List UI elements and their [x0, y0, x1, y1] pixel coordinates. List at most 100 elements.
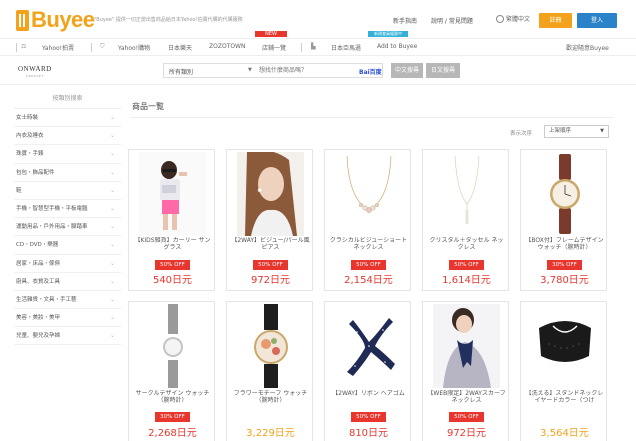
chevron-down-icon[interactable]: ▼	[248, 67, 252, 73]
nav-item-zozotown[interactable]: ZOZOTOWN	[209, 43, 245, 50]
category-label: 內衣及睡衣	[16, 133, 44, 140]
category-item[interactable]: 珠寶・手錶 ⌄	[14, 145, 121, 164]
product-card[interactable]: クラシカルビジューショート ネックレス 50% OFF 2,154日元	[324, 149, 411, 291]
signup-button[interactable]: 註冊	[539, 13, 572, 28]
product-image-kids-sunglasses[interactable]	[139, 152, 206, 236]
sort-label: 表示次序	[510, 131, 533, 137]
chevron-down-icon: ⌄	[109, 332, 115, 340]
product-image-circle-watch[interactable]	[139, 304, 206, 388]
product-name[interactable]: 【洗える】スタンドネックレイヤードカラー（つけ	[525, 390, 604, 406]
product-name[interactable]: 【KIDS雑貨】カーリー サングラス	[133, 237, 212, 253]
chevron-down-icon: ⌄	[109, 204, 115, 212]
store-logo[interactable]: ONWARD	[18, 65, 52, 73]
product-price: 2,154日元	[344, 275, 393, 286]
discount-badge: 30% OFF	[155, 412, 190, 422]
discount-badge: 50% OFF	[155, 260, 190, 270]
chevron-down-icon: ⌄	[109, 150, 115, 158]
product-name[interactable]: 【2WAY】リボン ヘアゴム	[329, 390, 408, 406]
category-item[interactable]: 生活雜貨・文具・手工藝 ⌄	[14, 291, 121, 310]
product-name[interactable]: 【WEB限定】2WAYスカーフ ネックレス	[427, 390, 506, 406]
nav-item-store-list[interactable]: 店鋪一覽	[262, 43, 286, 52]
chevron-down-icon: ⌄	[109, 223, 115, 231]
nav-divider	[301, 43, 302, 52]
top-header: Buyee "Buyee" 提供一切正當出售商品給日本Yahoo!拍賣代購的代購…	[0, 0, 636, 37]
product-image-bijou-necklace[interactable]	[335, 152, 402, 236]
buyee-logo[interactable]: Buyee	[16, 7, 95, 33]
category-item[interactable]: CD・DVD・樂器 ⌄	[14, 236, 121, 255]
product-price: 3,564日元	[540, 428, 589, 439]
category-item[interactable]: 兒童、嬰兒及孕婦 ⌄	[14, 327, 121, 346]
category-item[interactable]: 美容・美妝・美甲 ⌄	[14, 309, 121, 328]
category-item[interactable]: 女士時裝 ⌄	[14, 109, 121, 128]
search-chinese-button[interactable]: 中文搜尋	[391, 63, 423, 78]
category-item[interactable]: 手機・智慧型手機・平板電腦 ⌄	[14, 200, 121, 219]
category-label: 珠寶・手錶	[16, 151, 44, 158]
category-label: 廚具、衣質及工具	[16, 278, 61, 285]
product-image-tassel-necklace[interactable]	[433, 152, 500, 236]
category-item[interactable]: 運動用品・戶外用品・腳踏車 ⌄	[14, 218, 121, 237]
product-card[interactable]: フラワーモチーフ ウォッチ（腕時計） 3,229日元	[226, 301, 313, 441]
product-card[interactable]: 【WEB限定】2WAYスカーフ ネックレス 50% OFF 972日元	[422, 301, 509, 441]
product-name[interactable]: 【BOX付】フレームデザイン ウォッチ（腕時計）	[525, 237, 604, 253]
product-name[interactable]: サークルデザイン ウォッチ（腕時計）	[133, 390, 212, 406]
product-price: 972日元	[250, 275, 291, 286]
help-link[interactable]: 說明 / 常見問題	[431, 16, 473, 25]
category-item[interactable]: 鞋 ⌄	[14, 182, 121, 200]
product-name[interactable]: フラワーモチーフ ウォッチ（腕時計）	[231, 390, 310, 406]
store-logo-sub: CROSSET	[26, 74, 44, 78]
chevron-down-icon: ⌄	[109, 277, 115, 285]
nav-item-amazon[interactable]: 日本亞馬遜	[331, 43, 361, 52]
discount-badge: 50% OFF	[351, 412, 386, 422]
sort-select[interactable]: 上架順序 ▼	[544, 125, 609, 138]
site-tagline: "Buyee" 提供一切正當出售商品給日本Yahoo!拍賣代購的代購服務	[94, 17, 243, 23]
chevron-down-icon: ⌄	[109, 259, 115, 267]
product-image-layered-collar[interactable]	[531, 304, 598, 388]
product-card[interactable]: 【洗える】スタンドネックレイヤードカラー（つけ 3,564日元	[520, 301, 607, 441]
newbie-guide-link[interactable]: 新手指南	[393, 16, 417, 25]
category-label: 兒童、嬰兒及孕婦	[16, 333, 61, 340]
product-card[interactable]: 【2WAY】リボン ヘアゴム 50% OFF 810日元	[324, 301, 411, 441]
title-divider	[130, 117, 614, 118]
signup-label: 註冊	[549, 17, 562, 24]
product-image-scarf-necklace[interactable]	[433, 304, 500, 388]
product-card[interactable]: 【2WAY】ビジュー/パール風 ピアス 50% OFF 972日元	[226, 149, 313, 291]
category-label: 女士時裝	[16, 115, 39, 121]
product-price: 1,614日元	[442, 275, 491, 286]
product-card[interactable]: サークルデザイン ウォッチ（腕時計） 30% OFF 2,268日元	[128, 301, 215, 441]
category-label: 鞋	[16, 187, 22, 194]
category-item[interactable]: 包包・飾品配件 ⌄	[14, 164, 121, 182]
cart-icon: ⛉	[100, 43, 105, 50]
login-label: 登入	[590, 17, 603, 24]
product-image-pearl-earrings[interactable]	[237, 152, 304, 236]
nav-item-yahoo-auction[interactable]: Yahoo!拍賣	[42, 43, 74, 52]
language-selector[interactable]: 繁體中文	[496, 14, 530, 23]
baidu-logo: Bai百度	[359, 69, 382, 76]
nav-item-rakuten[interactable]: 日本樂天	[168, 43, 192, 52]
category-item[interactable]: 廚具、衣質及工具 ⌄	[14, 273, 121, 291]
product-name[interactable]: 【2WAY】ビジュー/パール風 ピアス	[231, 237, 310, 253]
new-badge: NEW	[255, 31, 287, 37]
login-button[interactable]: 登入	[577, 13, 617, 28]
category-sidebar: 按類別搜索 女士時裝 ⌄ 內衣及睡衣 ⌄ 珠寶・手錶 ⌄ 包包・飾品配件 ⌄ 鞋 ⌄ 手機…	[14, 93, 121, 346]
category-item[interactable]: 居家・床品・傢俱 ⌄	[14, 255, 121, 273]
discount-badge: 50% OFF	[449, 260, 484, 270]
amazon-icon: ▙	[311, 43, 316, 50]
search-japanese-button[interactable]: 日文搜尋	[426, 63, 460, 78]
product-card[interactable]: クリスタル＋タッセル ネックレス 50% OFF 1,614日元	[422, 149, 509, 291]
search-category-select[interactable]: 所有類別	[169, 67, 193, 76]
product-card[interactable]: 【BOX付】フレームデザイン ウォッチ（腕時計） 30% OFF 3,780日元	[520, 149, 607, 291]
category-item[interactable]: 內衣及睡衣 ⌄	[14, 127, 121, 146]
product-name[interactable]: クリスタル＋タッセル ネックレス	[427, 237, 506, 253]
welcome-text: 歡迎隨意Buyee	[566, 45, 609, 52]
product-name[interactable]: クラシカルビジューショート ネックレス	[329, 237, 408, 253]
nav-item-yahoo-shopping[interactable]: Yahoo!購物	[118, 43, 150, 52]
category-label: 美容・美妝・美甲	[16, 315, 61, 322]
product-image-frame-watch[interactable]	[531, 152, 598, 236]
nav-divider	[91, 43, 92, 52]
category-label: 居家・床品・傢俱	[16, 260, 61, 267]
product-image-ribbon-hair-tie[interactable]	[335, 304, 402, 388]
nav-item-add-to-buyee[interactable]: Add to Buyee	[377, 43, 417, 50]
product-card[interactable]: 【KIDS雑貨】カーリー サングラス 50% OFF 540日元	[128, 149, 215, 291]
product-image-flower-watch[interactable]	[237, 304, 304, 388]
product-price: 3,780日元	[540, 275, 589, 286]
